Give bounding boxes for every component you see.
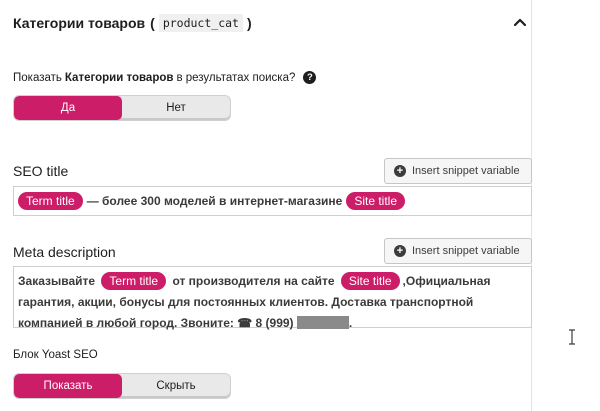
close-paren: ) bbox=[246, 15, 252, 31]
yoast-block-toggle: Показать Скрыть bbox=[13, 373, 231, 399]
term-title-variable[interactable]: Term title bbox=[18, 192, 83, 210]
meta-text-2: от производителя на сайте bbox=[172, 274, 335, 288]
plus-circle-icon: + bbox=[394, 165, 406, 177]
site-title-variable[interactable]: Site title bbox=[346, 192, 406, 210]
redacted-phone bbox=[296, 316, 349, 329]
help-icon[interactable]: ? bbox=[303, 71, 317, 84]
meta-text-1: Заказывайте bbox=[18, 274, 96, 288]
meta-description-insert-variable-button[interactable]: + Insert snippet variable bbox=[384, 238, 532, 264]
insert-button-label: Insert snippet variable bbox=[412, 245, 520, 257]
search-visibility-toggle: Да Нет bbox=[13, 95, 231, 121]
open-paren: ( bbox=[150, 15, 155, 31]
site-title-variable[interactable]: Site title bbox=[340, 272, 400, 290]
search-visibility-question: Показать Категории товаров в результатах… bbox=[13, 71, 317, 84]
seo-title-insert-variable-button[interactable]: + Insert snippet variable bbox=[384, 158, 532, 184]
insert-button-label: Insert snippet variable bbox=[412, 165, 520, 177]
toggle-option-hide[interactable]: Скрыть bbox=[122, 374, 230, 398]
text-cursor-icon bbox=[569, 329, 575, 345]
meta-text-end: . bbox=[348, 316, 353, 330]
meta-description-label: Meta description bbox=[13, 244, 116, 260]
chevron-up-icon[interactable] bbox=[512, 14, 528, 30]
toggle-option-no[interactable]: Нет bbox=[122, 96, 230, 120]
toggle-option-yes[interactable]: Да bbox=[14, 96, 122, 120]
seo-title-editor[interactable]: Term title — более 300 моделей в интерне… bbox=[13, 186, 532, 216]
seo-title-label: SEO title bbox=[13, 163, 69, 179]
question-bold: Категории товаров bbox=[64, 71, 174, 84]
question-prefix: Показать bbox=[13, 71, 62, 84]
section-title: Категории товаров bbox=[13, 15, 146, 31]
meta-description-content: Заказывайте Term title от производителя … bbox=[18, 271, 538, 334]
seo-title-text: — более 300 моделей в интернет-магазине bbox=[86, 194, 343, 208]
question-suffix: в результатах поиска? bbox=[176, 71, 296, 84]
term-title-variable[interactable]: Term title bbox=[101, 272, 167, 290]
section-header: Категории товаров ( product_cat ) bbox=[13, 14, 252, 32]
plus-circle-icon: + bbox=[394, 245, 406, 257]
taxonomy-code: product_cat bbox=[158, 14, 243, 32]
toggle-option-show[interactable]: Показать bbox=[14, 374, 122, 398]
yoast-block-label: Блок Yoast SEO bbox=[13, 349, 98, 361]
meta-description-editor[interactable]: Заказывайте Term title от производителя … bbox=[13, 266, 532, 330]
